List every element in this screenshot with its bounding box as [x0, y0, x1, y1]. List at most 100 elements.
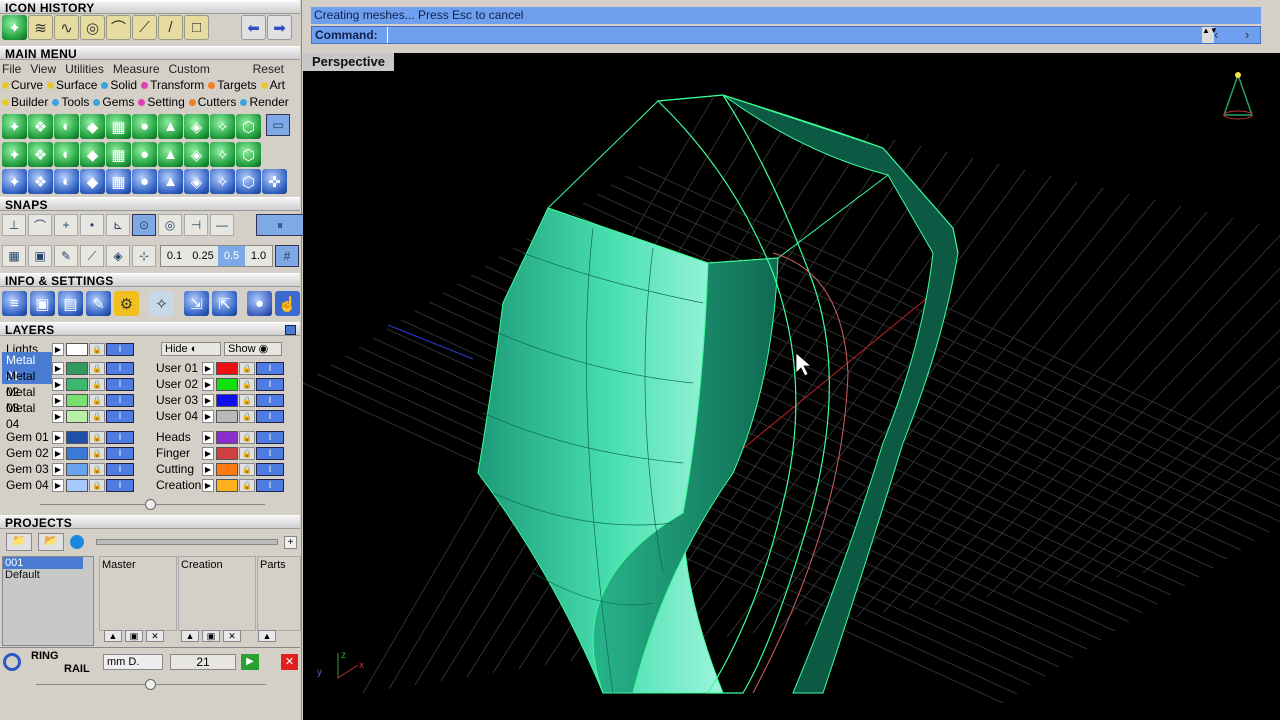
menu-file[interactable]: File	[2, 61, 21, 77]
surface-9-icon[interactable]: ✧	[210, 114, 235, 139]
export-icon[interactable]: ⇲	[184, 291, 209, 316]
layer-expand-icon[interactable]: ▶	[202, 361, 214, 375]
snap-near-icon[interactable]: ⊙	[132, 214, 156, 236]
category-setting[interactable]: Setting	[138, 94, 186, 111]
sphere-icon[interactable]: ●	[132, 142, 157, 167]
lock-icon[interactable]: 🔒	[239, 446, 255, 460]
join-icon[interactable]: ✦	[2, 169, 27, 194]
menu-utilities[interactable]: Utilities	[65, 61, 104, 77]
layer-expand-icon[interactable]: ▶	[52, 462, 64, 476]
layer-expand-icon[interactable]: ▶	[52, 361, 64, 375]
surface-2-icon[interactable]: ❖	[28, 114, 53, 139]
layers-splitter-handle[interactable]	[145, 499, 156, 510]
surface-7-icon[interactable]: ▲	[158, 114, 183, 139]
layer-name[interactable]: Heads	[152, 429, 202, 445]
layer-expand-icon[interactable]: ▶	[52, 409, 64, 423]
visibility-toggle[interactable]: I	[106, 430, 134, 444]
arc-tool-icon[interactable]: ❖	[28, 169, 53, 194]
layer-expand-icon[interactable]: ▶	[52, 393, 64, 407]
visibility-toggle[interactable]: I	[106, 446, 134, 460]
snap-curve-icon[interactable]: ⌒	[28, 214, 52, 236]
spline-icon[interactable]: ⟋	[132, 15, 157, 40]
snap-center-icon[interactable]: ◎	[158, 214, 182, 236]
copy-icon[interactable]: ✧	[210, 169, 235, 194]
visibility-toggle[interactable]: I	[106, 361, 134, 375]
layers-stack-icon[interactable]: ≡	[2, 291, 27, 316]
snap-mid-icon[interactable]: ⊾	[106, 214, 130, 236]
snap-perp-icon[interactable]: ⊣	[184, 214, 208, 236]
layer-color-swatch[interactable]	[66, 446, 88, 460]
grid-toggle-icon[interactable]: #	[275, 245, 299, 267]
pointer-icon[interactable]: ☝	[275, 291, 300, 316]
layer-color-swatch[interactable]	[66, 377, 88, 391]
visibility-toggle[interactable]: I	[256, 361, 284, 375]
ring-icon[interactable]	[3, 653, 21, 671]
layer-expand-icon[interactable]: ▶	[202, 409, 214, 423]
visibility-toggle[interactable]: I	[106, 462, 134, 476]
layer-row[interactable]: Heads ▶ 🔒 I	[152, 429, 284, 445]
layer-color-swatch[interactable]	[66, 361, 88, 375]
layer-row[interactable]: User 02 ▶ 🔒 I	[152, 376, 284, 392]
move-icon[interactable]: ▦	[106, 169, 131, 194]
projects-scrollbar[interactable]	[96, 539, 278, 545]
panel-toggle-icon[interactable]: ▭	[266, 114, 290, 136]
visibility-toggle[interactable]: I	[106, 409, 134, 423]
sweep-icon[interactable]: ◈	[184, 142, 209, 167]
lights-visibility-toggle[interactable]: I	[106, 342, 134, 356]
category-curve[interactable]: Curve	[2, 77, 45, 94]
layer-row[interactable]: Finger ▶ 🔒 I	[152, 445, 284, 461]
surface-8-icon[interactable]: ◈	[184, 114, 209, 139]
patch-icon[interactable]: ◆	[80, 142, 105, 167]
surface-5-icon[interactable]: ▦	[106, 114, 131, 139]
grid-snap-icon[interactable]: ▦	[2, 245, 26, 267]
rays-icon[interactable]: ▲	[158, 169, 183, 194]
tab-perspective[interactable]: Perspective	[303, 53, 394, 71]
grid-surface-icon[interactable]: ❖	[28, 142, 53, 167]
delete-icon[interactable]: ✕	[146, 630, 164, 642]
layer-color-swatch[interactable]	[66, 393, 88, 407]
diagonal-snap-icon[interactable]: ⟋	[80, 245, 104, 267]
surface-3-icon[interactable]: ◐	[54, 114, 79, 139]
layer-expand-icon[interactable]: ▶	[202, 462, 214, 476]
snap-tangent-icon[interactable]: —	[210, 214, 234, 236]
forward-arrow-icon[interactable]: ➡	[267, 15, 292, 40]
world-icon[interactable]: ✜	[262, 169, 287, 194]
menu-custom[interactable]: Custom	[169, 61, 210, 77]
layer-row[interactable]: Gem 04 ▶ 🔒 I	[2, 477, 134, 493]
up-icon[interactable]: ▲	[104, 630, 122, 642]
layer-expand-icon[interactable]: ▶	[52, 430, 64, 444]
layer-color-swatch[interactable]	[66, 430, 88, 444]
lock-icon[interactable]: 🔒	[89, 462, 105, 476]
reset-button[interactable]: Reset	[253, 61, 284, 77]
grid-step-1-0[interactable]: 1.0	[245, 246, 272, 266]
box-snap-icon[interactable]: ▣	[28, 245, 52, 267]
layer-name[interactable]: Gem 01	[2, 429, 52, 445]
lock-icon[interactable]: 🔒	[89, 446, 105, 460]
bottom-splitter-handle[interactable]	[145, 679, 156, 690]
layer-color-swatch[interactable]	[66, 409, 88, 423]
lock-icon[interactable]: 🔒	[239, 462, 255, 476]
lights-expand-icon[interactable]: ▶	[52, 342, 64, 356]
lock-icon[interactable]: 🔒	[239, 361, 255, 375]
snap-end-icon[interactable]: ⊥	[2, 214, 26, 236]
layer-name[interactable]: Cutting	[152, 461, 202, 477]
layer-name[interactable]: Creation	[152, 477, 202, 493]
line-icon[interactable]: /	[158, 15, 183, 40]
layer-color-swatch[interactable]	[66, 462, 88, 476]
visibility-toggle[interactable]: I	[256, 446, 284, 460]
plane-snap-icon[interactable]: ◈	[106, 245, 130, 267]
ring-size-input[interactable]: 21	[170, 654, 236, 670]
lights-lock-icon[interactable]: 🔒	[89, 342, 105, 356]
layer-expand-icon[interactable]: ▶	[202, 478, 214, 492]
rectangle-icon[interactable]: □	[184, 15, 209, 40]
back-arrow-icon[interactable]: ⬅	[241, 15, 266, 40]
lights-swatch[interactable]	[66, 342, 88, 356]
layer-color-swatch[interactable]	[216, 430, 238, 444]
corner-icon[interactable]: ●	[132, 169, 157, 194]
import-icon[interactable]: ⇱	[212, 291, 237, 316]
layer-name[interactable]: User 03	[152, 392, 202, 408]
open-folder-icon[interactable]: 📁	[6, 533, 32, 551]
close-icon[interactable]: ✕	[281, 654, 298, 670]
collapse-icon[interactable]	[285, 325, 296, 335]
lock-icon[interactable]: 🔒	[89, 377, 105, 391]
